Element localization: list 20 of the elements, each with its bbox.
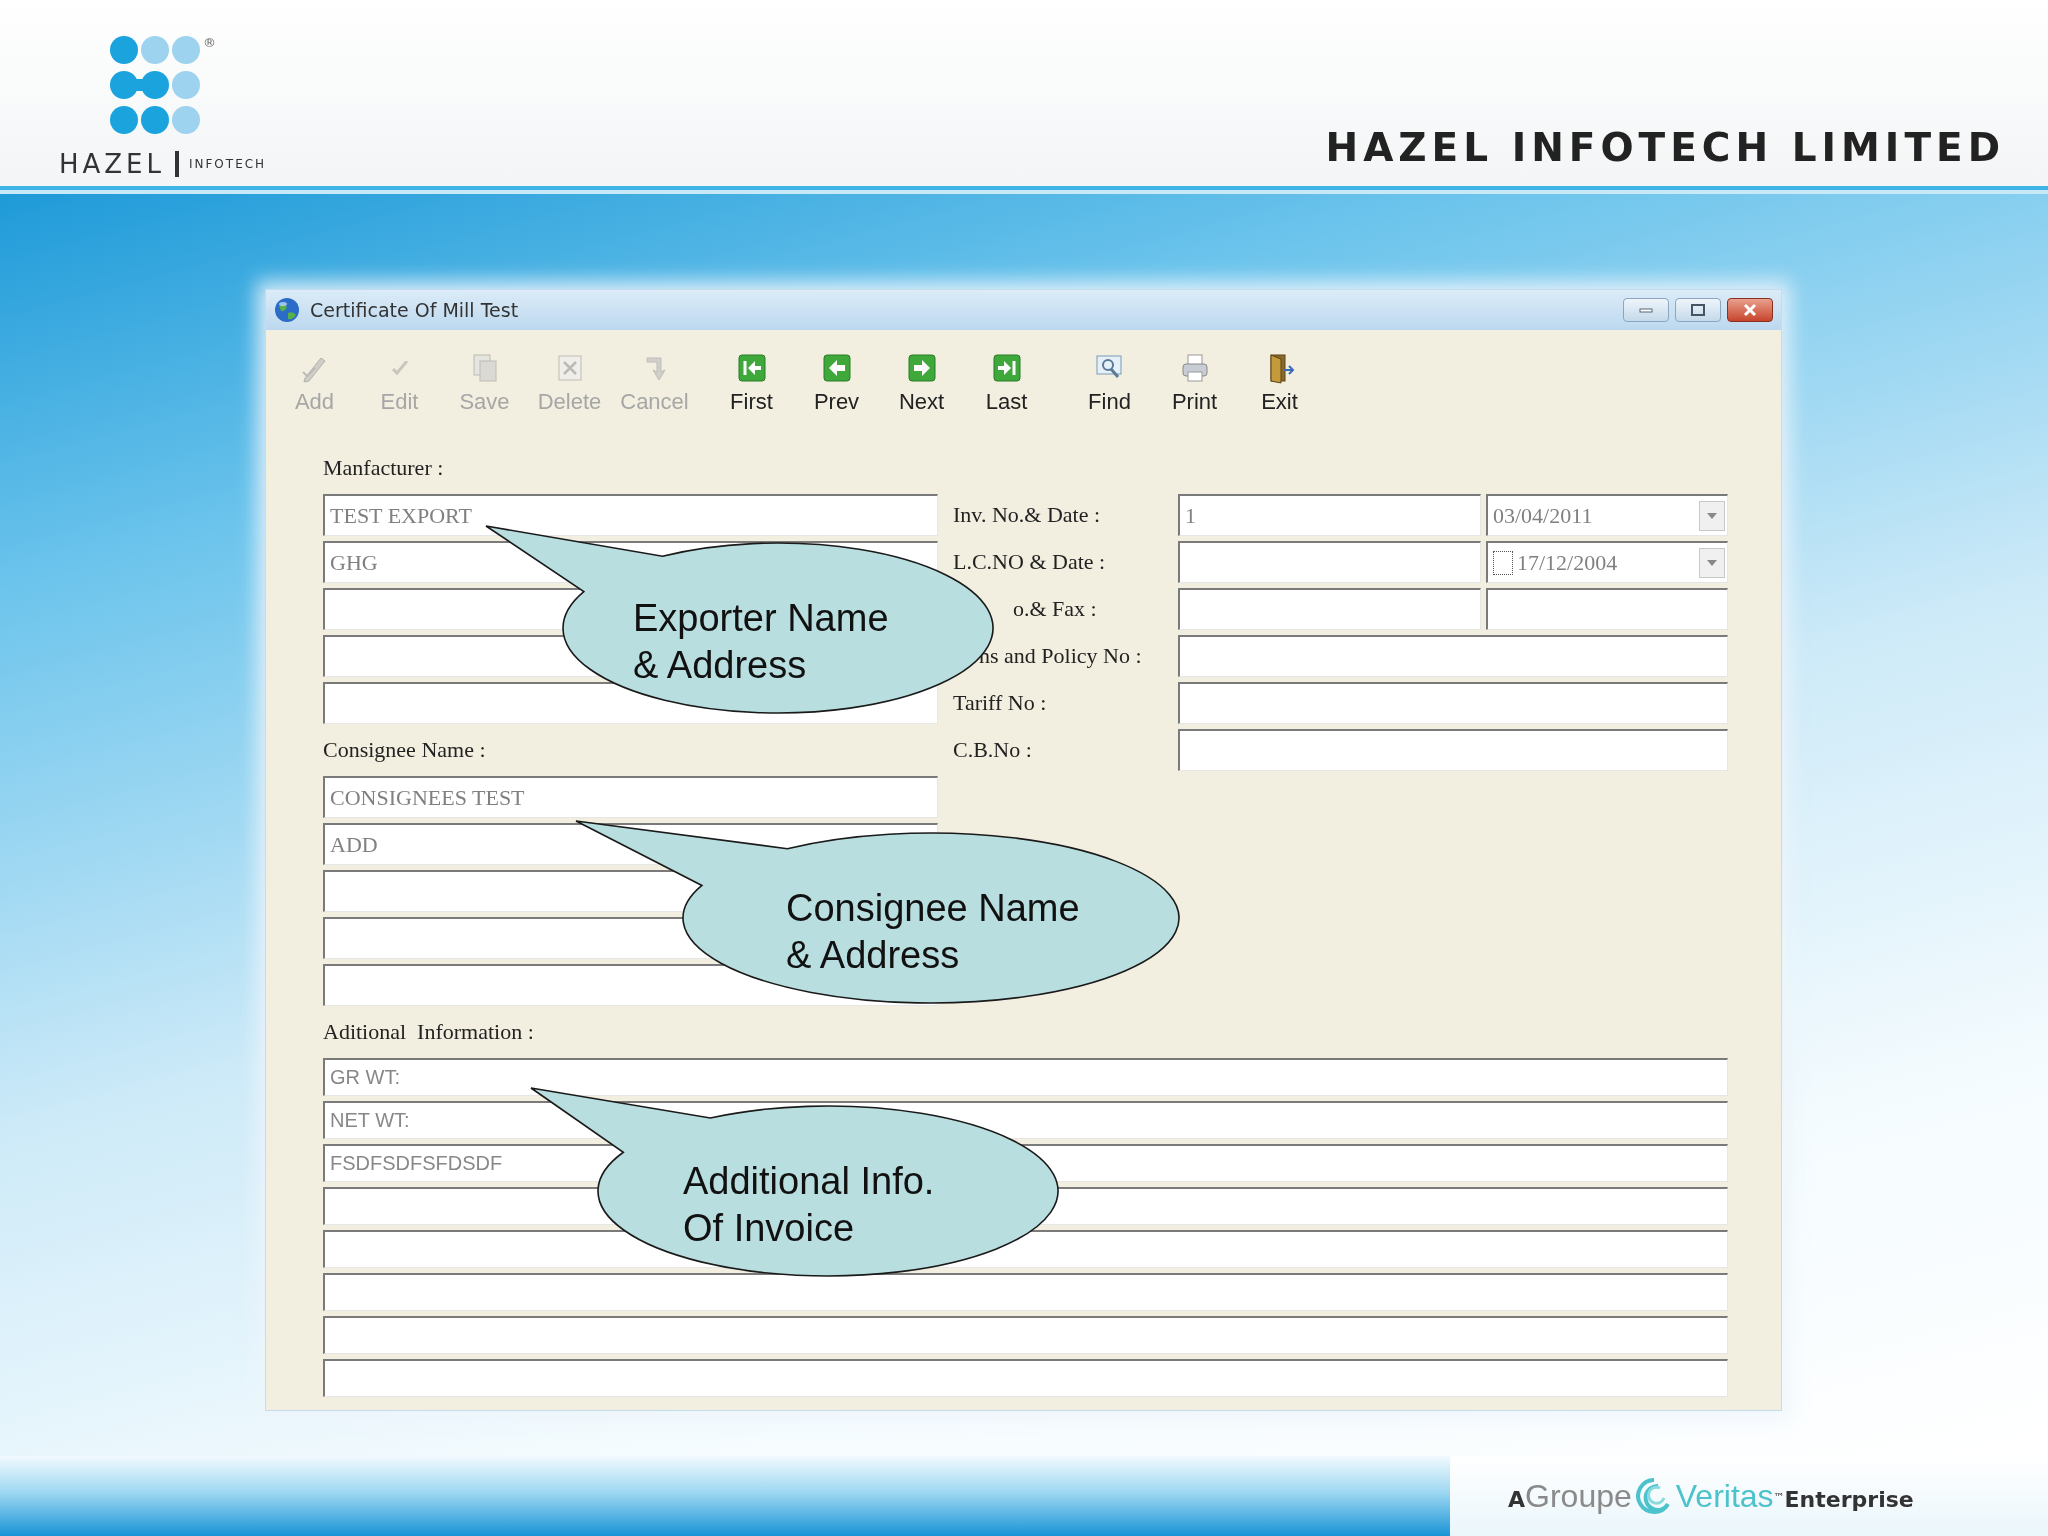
company-name: HAZEL INFOTECH LIMITED (1325, 125, 2006, 170)
date-value: 03/04/2011 (1493, 502, 1594, 529)
callout-tooltip-text: Exporter Name & Address (633, 596, 889, 688)
logo-name: HAZEL (58, 149, 165, 179)
date-value: 17/12/2004 (1517, 549, 1619, 576)
field-label: C.B.No : (953, 737, 1032, 762)
field-label: Consignee Name : (323, 736, 487, 764)
field-label: Manfacturer : (323, 454, 445, 482)
field-label: Aditional Information : (323, 1018, 535, 1046)
field-label: Inv. No.& Date : (953, 502, 1101, 527)
callout-tooltip-text: Additional Info. Of Invoice (683, 1159, 935, 1251)
registered-mark: ® (203, 35, 216, 50)
tagline-text: AGroupe (1508, 1477, 1632, 1515)
field-label: L.C.NO & Date : (953, 549, 1106, 574)
callout-tooltip-text: Consignee Name & Address (786, 886, 1080, 978)
field-label: Tariff No : (953, 690, 1047, 715)
window-title: Certificate Of Mill Test (310, 299, 519, 321)
tagline-text: Veritas$^{™}$Enterprise (1675, 1477, 1914, 1515)
logo-subtitle: INFOTECH (188, 157, 267, 171)
field-label: o.& Fax : (1013, 596, 1097, 621)
